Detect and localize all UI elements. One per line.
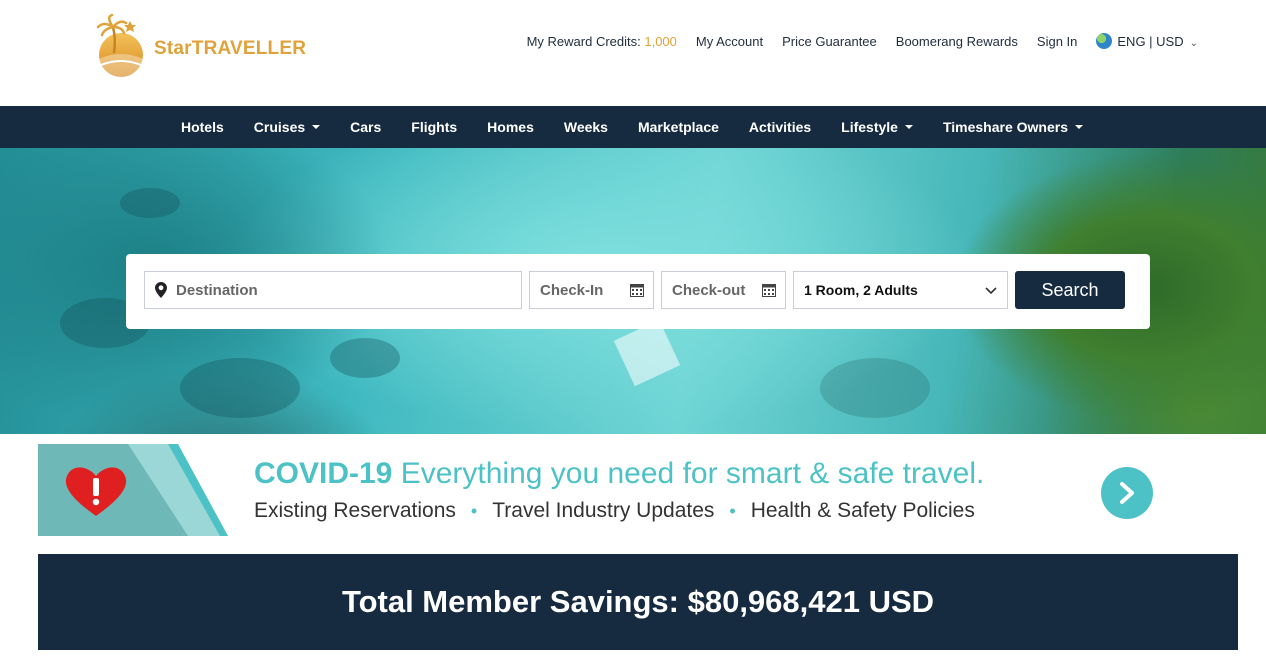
check-out-field[interactable]: Check-out xyxy=(661,271,786,309)
brand-logo[interactable]: StarTRAVELLER xyxy=(92,12,312,80)
check-out-placeholder: Check-out xyxy=(672,281,746,299)
nav-item-label: Timeshare Owners xyxy=(942,119,1068,135)
reward-credits-link[interactable]: My Reward Credits: 1,000 xyxy=(527,34,677,49)
my-account-link[interactable]: My Account xyxy=(696,34,763,49)
nav-item-cruises[interactable]: Cruises xyxy=(253,119,321,135)
caret-down-icon xyxy=(1075,125,1083,129)
map-pin-icon xyxy=(155,282,167,298)
destination-placeholder: Destination xyxy=(176,281,258,299)
calendar-icon xyxy=(762,284,776,297)
chevron-right-icon xyxy=(1120,482,1134,504)
search-button[interactable]: Search xyxy=(1015,271,1125,309)
reward-credits-value: 1,000 xyxy=(644,33,677,49)
nav-item-cars[interactable]: Cars xyxy=(350,119,381,135)
destination-field[interactable]: Destination xyxy=(144,271,522,309)
calendar-icon xyxy=(630,284,644,297)
nav-item-timeshare-owners[interactable]: Timeshare Owners xyxy=(943,119,1083,135)
covid-title-bold: COVID-19 xyxy=(254,457,393,490)
check-in-field[interactable]: Check-In xyxy=(529,271,654,309)
covid-title-text: Everything you need for smart & safe tra… xyxy=(400,457,985,490)
covid-banner-art xyxy=(38,444,228,536)
palm-sun-logo-icon xyxy=(96,13,143,78)
existing-reservations-link[interactable]: Existing Reservations xyxy=(254,499,456,523)
nav-item-marketplace[interactable]: Marketplace xyxy=(638,119,719,135)
boomerang-rewards-link[interactable]: Boomerang Rewards xyxy=(896,34,1018,49)
reef-shape xyxy=(330,338,400,378)
travel-industry-updates-link[interactable]: Travel Industry Updates xyxy=(492,499,714,523)
reef-shape xyxy=(180,358,300,418)
reef-shape xyxy=(820,358,930,418)
chevron-down-icon: ⌄ xyxy=(1189,38,1198,49)
chevron-down-icon xyxy=(985,287,997,295)
bullet-separator: • xyxy=(729,500,736,521)
member-savings-text: Total Member Savings: $80,968,421 USD xyxy=(341,584,935,619)
boat-shape xyxy=(613,319,681,387)
covid-links: Existing Reservations • Travel Industry … xyxy=(254,499,975,523)
main-nav: Hotels Cruises Cars Flights Homes Weeks … xyxy=(0,106,1266,148)
nav-item-label: Cruises xyxy=(253,119,306,135)
nav-item-flights[interactable]: Flights xyxy=(411,119,457,135)
covid-arrow-button[interactable] xyxy=(1101,467,1153,519)
rooms-guests-select[interactable]: 1 Room, 2 Adults xyxy=(793,271,1008,309)
nav-item-lifestyle[interactable]: Lifestyle xyxy=(841,119,913,135)
locale-label: ENG | USD xyxy=(1117,34,1184,49)
nav-item-hotels[interactable]: Hotels xyxy=(181,119,224,135)
covid-banner[interactable]: COVID-19 Everything you need for smart &… xyxy=(38,444,1188,536)
globe-icon xyxy=(1096,33,1113,49)
caret-down-icon xyxy=(312,125,321,129)
nav-item-homes[interactable]: Homes xyxy=(487,119,534,135)
reward-credits-label: My Reward Credits: xyxy=(526,33,641,49)
nav-item-weeks[interactable]: Weeks xyxy=(564,119,608,135)
check-in-placeholder: Check-In xyxy=(540,281,604,299)
locale-selector[interactable]: ENG | USD ⌄ xyxy=(1096,33,1198,49)
price-guarantee-link[interactable]: Price Guarantee xyxy=(782,34,877,49)
nav-item-label: Lifestyle xyxy=(841,119,898,135)
covid-title: COVID-19 Everything you need for smart &… xyxy=(254,457,984,491)
rooms-guests-value: 1 Room, 2 Adults xyxy=(804,282,918,298)
account-links: My Reward Credits: 1,000 My Account Pric… xyxy=(527,33,1198,49)
brand-name: StarTRAVELLER xyxy=(154,38,307,59)
bullet-separator: • xyxy=(470,500,478,521)
reef-shape xyxy=(120,188,180,218)
caret-down-icon xyxy=(904,125,913,129)
member-savings-banner: Total Member Savings: $80,968,421 USD xyxy=(38,554,1238,650)
top-header: StarTRAVELLER My Reward Credits: 1,000 M… xyxy=(0,0,1266,106)
health-safety-policies-link[interactable]: Health & Safety Policies xyxy=(751,499,975,523)
hotel-search-panel: Destination Check-In Check-out 1 Room, 2… xyxy=(126,254,1150,329)
sign-in-link[interactable]: Sign In xyxy=(1037,34,1077,49)
nav-item-activities[interactable]: Activities xyxy=(749,119,811,135)
